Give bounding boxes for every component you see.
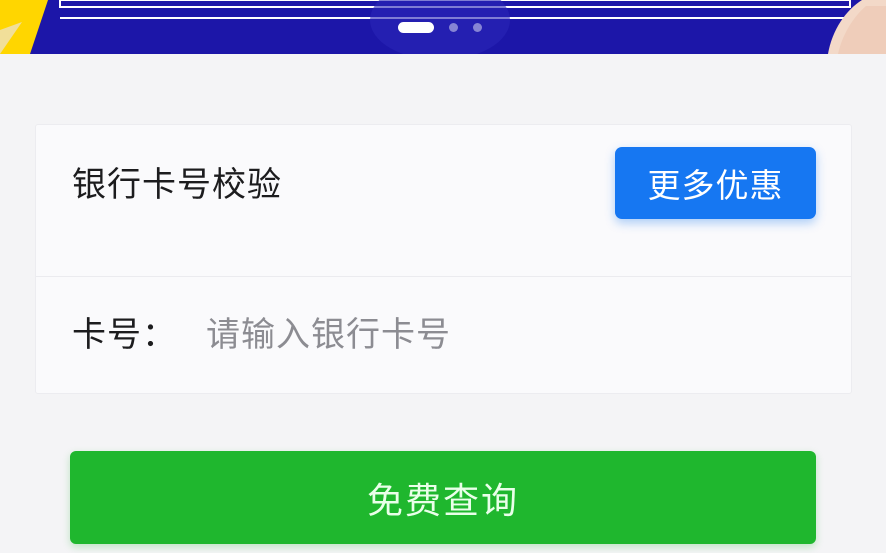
more-offers-button[interactable]: 更多优惠: [615, 147, 816, 219]
panel-title: 银行卡号校验: [72, 165, 282, 205]
card-number-row: 卡号：: [36, 277, 851, 393]
carousel-dot[interactable]: [449, 22, 458, 32]
free-query-button[interactable]: 免费查询: [70, 451, 816, 544]
carousel-indicators: [398, 20, 482, 34]
bank-card-verify-panel: 银行卡号校验 更多优惠 卡号：: [35, 124, 852, 394]
panel-header: 银行卡号校验 更多优惠: [36, 125, 851, 277]
carousel-dot-active[interactable]: [398, 21, 434, 33]
card-number-label: 卡号：: [72, 315, 177, 355]
promo-banner[interactable]: [0, 0, 886, 54]
page: 银行卡号校验 更多优惠 卡号： 免费查询: [0, 0, 886, 553]
card-number-input[interactable]: [206, 307, 806, 363]
carousel-dot[interactable]: [473, 22, 482, 32]
